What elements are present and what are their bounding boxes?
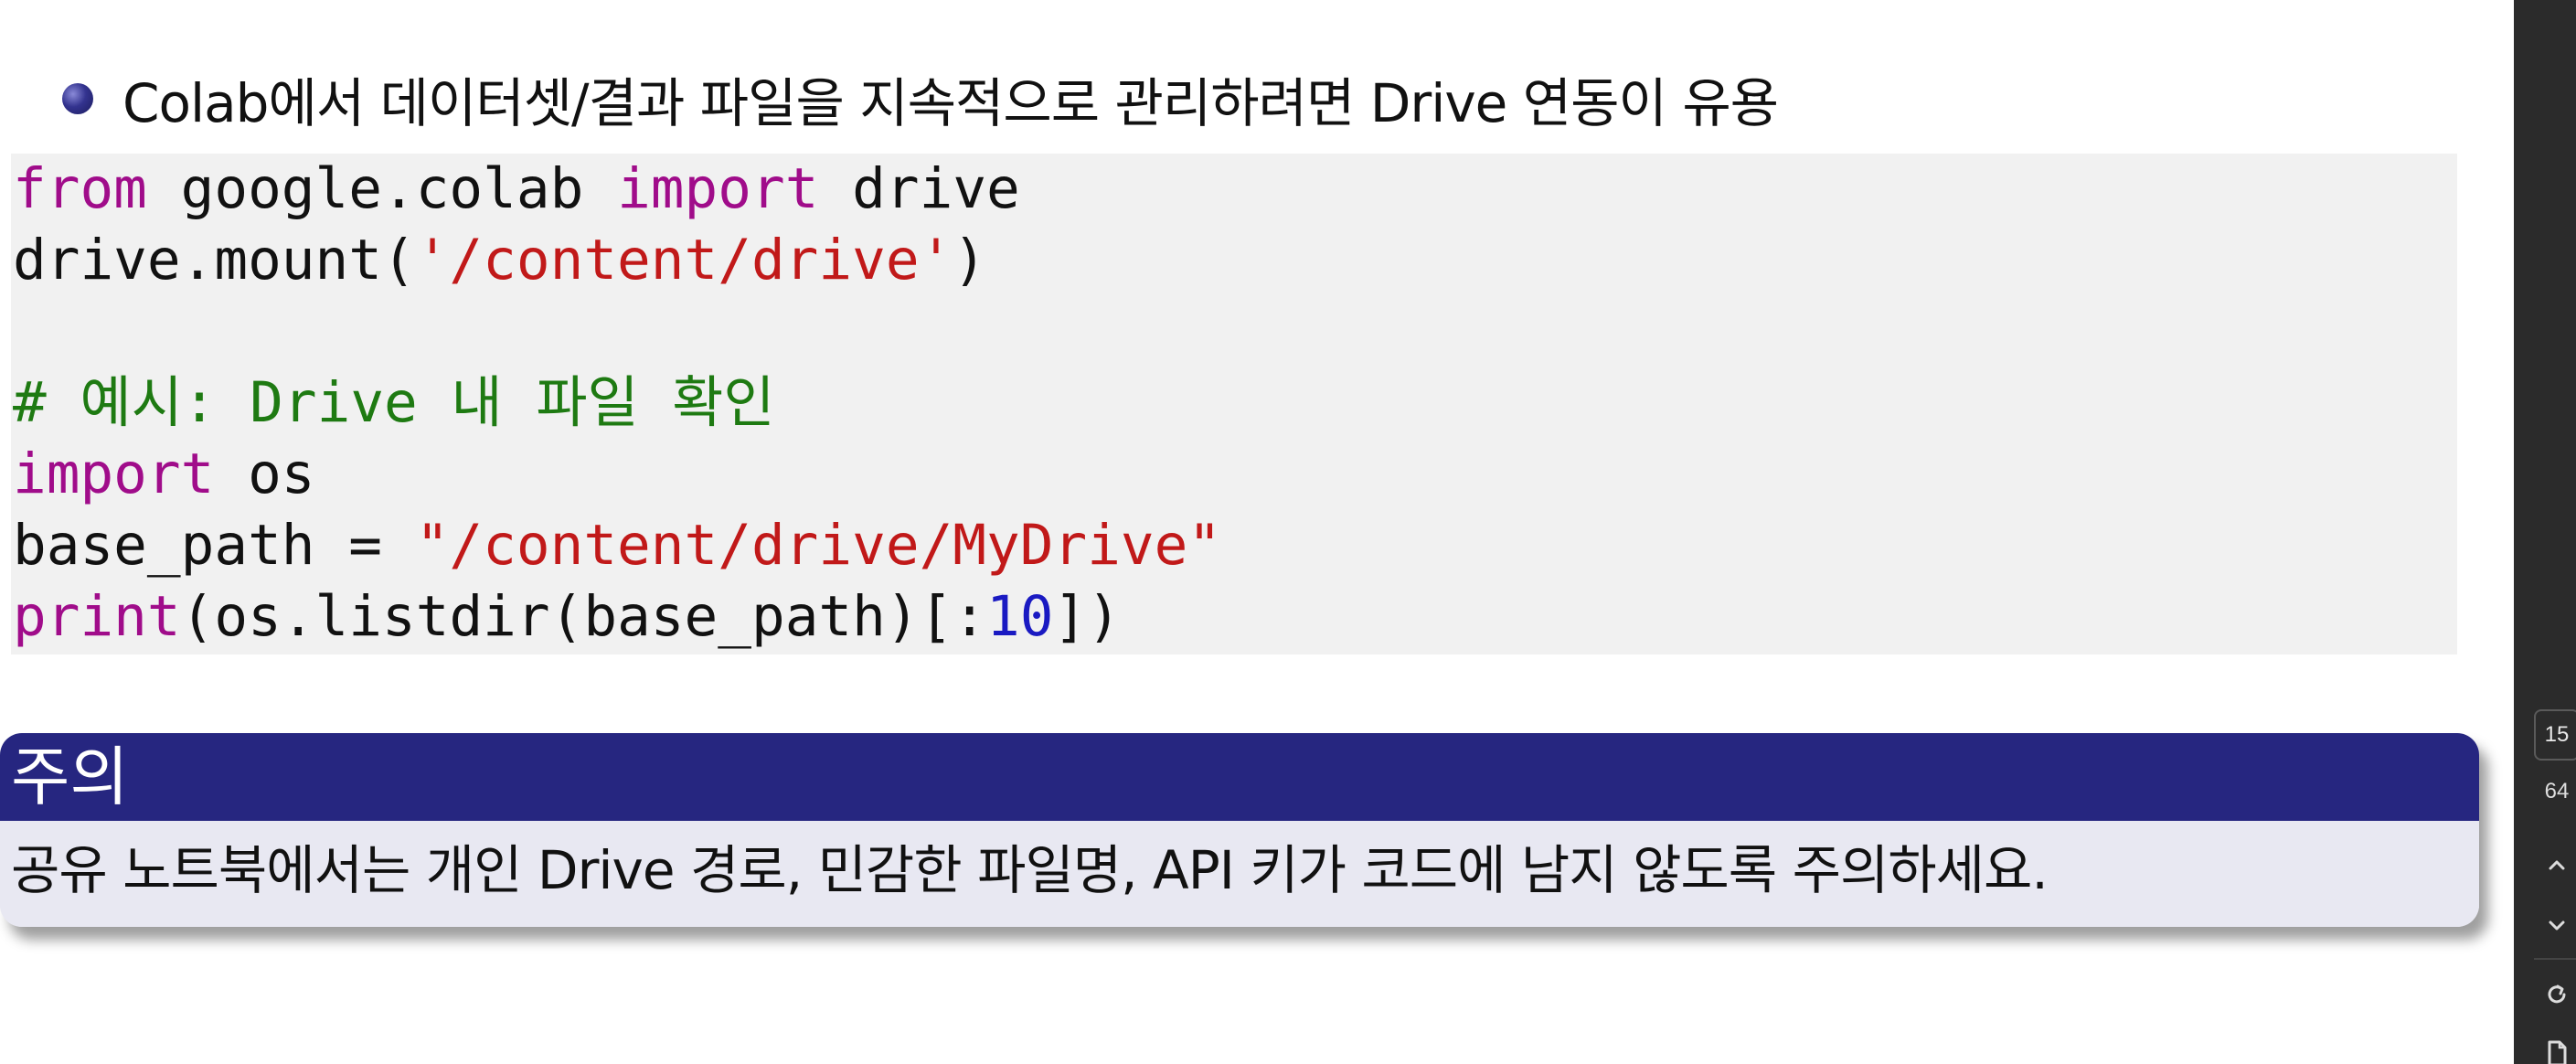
code-keyword: import	[13, 442, 215, 506]
code-line-2: drive.mount('/content/drive')	[13, 225, 2457, 296]
code-text: drive.mount(	[13, 228, 416, 293]
refresh-button[interactable]	[2534, 974, 2576, 1018]
next-page-button[interactable]	[2534, 905, 2576, 949]
code-text: )	[953, 228, 987, 293]
code-keyword: print	[13, 584, 181, 649]
document-icon	[2544, 1039, 2570, 1064]
code-text: (os.listdir(base_path)[:	[180, 584, 987, 649]
code-keyword: import	[617, 156, 819, 221]
code-line-4: # 예시: Drive 내 파일 확인	[13, 367, 2457, 439]
code-line-1: from google.colab import drive	[13, 154, 2457, 225]
bullet-text: Colab에서 데이터셋/결과 파일을 지속적으로 관리하려면 Drive 연동…	[122, 72, 1779, 134]
bullet-item: Colab에서 데이터셋/결과 파일을 지속적으로 관리하려면 Drive 연동…	[62, 62, 1779, 135]
alert-title: 주의	[0, 733, 2479, 821]
code-line-5: import os	[13, 439, 2457, 510]
bullet-dot-icon	[62, 83, 93, 114]
code-string: "/content/drive/MyDrive"	[415, 513, 1222, 578]
code-text: ])	[1053, 584, 1121, 649]
code-text: os	[214, 442, 315, 506]
code-number: 10	[986, 584, 1054, 649]
viewer-sidebar: 15 64	[2514, 0, 2576, 1064]
alert-body: 공유 노트북에서는 개인 Drive 경로, 민감한 파일명, API 키가 코…	[0, 821, 2479, 927]
code-text: drive	[818, 156, 1020, 221]
previous-page-button[interactable]	[2534, 845, 2576, 888]
document-button[interactable]	[2534, 1033, 2576, 1064]
code-text: base_path =	[13, 513, 416, 578]
page-total: 64	[2544, 779, 2570, 803]
code-line-7: print(os.listdir(base_path)[:10])	[13, 581, 2457, 653]
chevron-down-icon	[2545, 913, 2569, 941]
sidebar-divider	[2534, 958, 2576, 960]
alert-block: 주의 공유 노트북에서는 개인 Drive 경로, 민감한 파일명, API 키…	[0, 733, 2479, 927]
code-line-6: base_path = "/content/drive/MyDrive"	[13, 510, 2457, 581]
code-keyword: from	[13, 156, 147, 221]
slide-page: Colab에서 데이터셋/결과 파일을 지속적으로 관리하려면 Drive 연동…	[0, 0, 2514, 1064]
refresh-icon	[2543, 981, 2571, 1012]
page-number-input[interactable]: 15	[2534, 709, 2576, 761]
code-comment: # 예시: Drive 내 파일 확인	[13, 370, 775, 435]
code-block: from google.colab import drive drive.mou…	[11, 154, 2457, 654]
code-string: '/content/drive'	[415, 228, 953, 293]
code-text: google.colab	[146, 156, 618, 221]
chevron-up-icon	[2545, 853, 2569, 880]
